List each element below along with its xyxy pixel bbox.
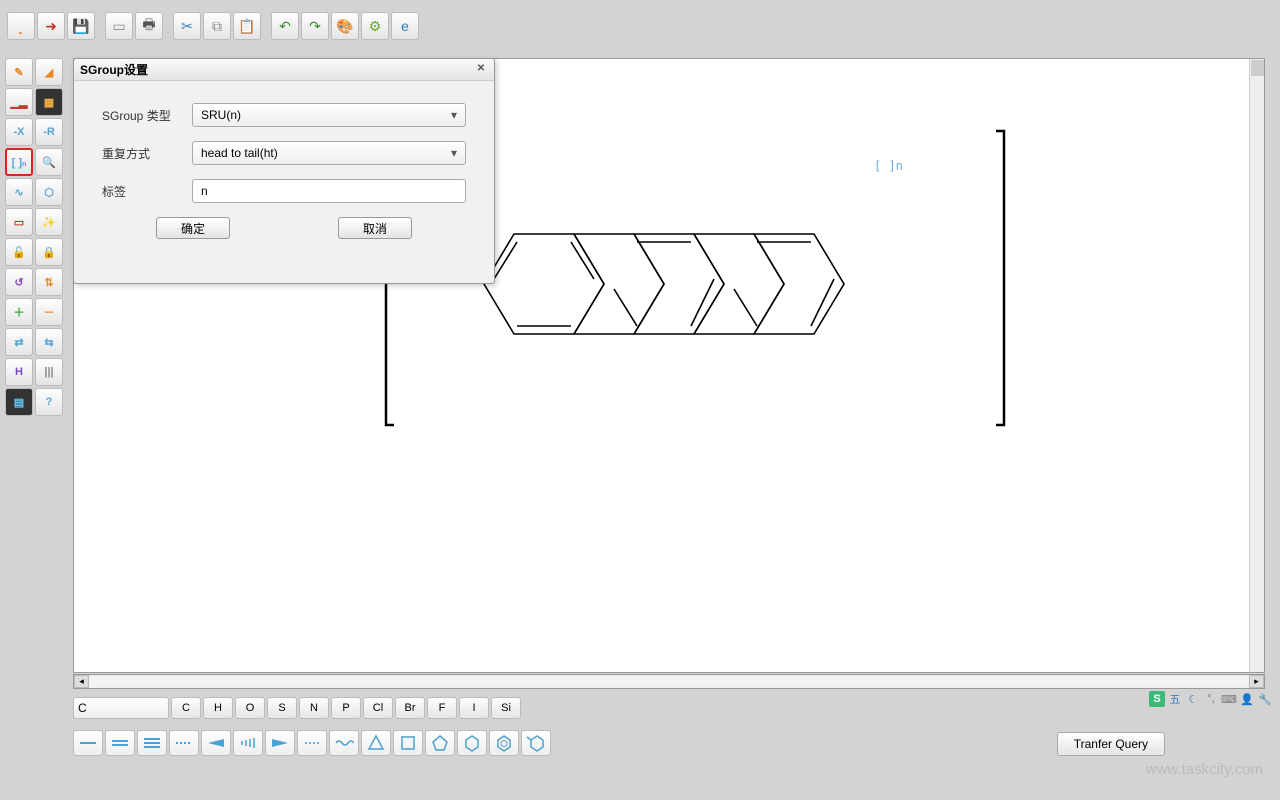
repeat-select[interactable]: head to tail(ht) xyxy=(192,141,466,165)
element-P[interactable]: P xyxy=(331,697,361,719)
ime-moon-icon[interactable]: ☾ xyxy=(1185,691,1201,707)
h-bracket-tool[interactable]: H xyxy=(5,358,33,386)
sgroup-settings-dialog: SGroup设置 ✕ SGroup 类型 SRU(n) 重复方式 head to… xyxy=(73,58,495,284)
watermark: www.taskcity.com xyxy=(1146,761,1263,778)
ime-punct-icon[interactable]: °, xyxy=(1203,691,1219,707)
undo-button[interactable]: ↶ xyxy=(271,12,299,40)
element-O[interactable]: O xyxy=(235,697,265,719)
wand-tool[interactable]: ✨ xyxy=(35,208,63,236)
bars-tool[interactable]: ||| xyxy=(35,358,63,386)
label-repeat: 重复方式 xyxy=(102,145,192,162)
flip-tool[interactable]: ⇅ xyxy=(35,268,63,296)
pencil-tool[interactable]: ✎ xyxy=(5,58,33,86)
eraser-tool[interactable]: ◢ xyxy=(35,58,63,86)
element-F[interactable]: F xyxy=(427,697,457,719)
dialog-close-icon[interactable]: ✕ xyxy=(474,63,488,77)
ime-label[interactable]: 五 xyxy=(1167,691,1183,707)
new-button[interactable]: ⸼ xyxy=(7,12,35,40)
save-button[interactable]: 💾 xyxy=(67,12,95,40)
element-I[interactable]: I xyxy=(459,697,489,719)
molecule-drawing xyxy=(424,179,964,439)
copy-button[interactable]: ⧉ xyxy=(203,12,231,40)
element-Cl[interactable]: Cl xyxy=(363,697,393,719)
element-input[interactable] xyxy=(73,697,169,719)
clear-button[interactable]: ▭ xyxy=(105,12,133,40)
remove-r-tool[interactable]: -R xyxy=(35,118,63,146)
add-tool[interactable]: ＋ xyxy=(5,298,33,326)
vertical-scrollbar[interactable] xyxy=(1249,59,1264,672)
ok-button[interactable]: 确定 xyxy=(156,217,230,239)
bond-double[interactable] xyxy=(105,730,135,756)
cut-button[interactable]: ✂ xyxy=(173,12,201,40)
repeat-value: head to tail(ht) xyxy=(201,146,278,160)
redo-button[interactable]: ↷ xyxy=(301,12,329,40)
element-S[interactable]: S xyxy=(267,697,297,719)
horizontal-scrollbar[interactable]: ◂ ▸ xyxy=(73,674,1265,689)
bond-triple[interactable] xyxy=(137,730,167,756)
help-tool[interactable]: ? xyxy=(35,388,63,416)
scroll-left-arrow[interactable]: ◂ xyxy=(74,675,89,688)
cancel-button[interactable]: 取消 xyxy=(338,217,412,239)
sgroup-cursor-hint: [ ]n xyxy=(874,159,903,173)
ring-5[interactable] xyxy=(425,730,455,756)
import-button[interactable]: ➜ xyxy=(37,12,65,40)
label-tag: 标签 xyxy=(102,183,192,200)
remove-tool[interactable]: － xyxy=(35,298,63,326)
sgroup-type-value: SRU(n) xyxy=(201,108,241,122)
element-N[interactable]: N xyxy=(299,697,329,719)
bond-bold-wedge[interactable] xyxy=(265,730,295,756)
elements-bar: C H O S N P Cl Br F I Si xyxy=(73,694,1265,722)
bond-dots[interactable] xyxy=(297,730,327,756)
ime-status-bar: S 五 ☾ °, ⌨ 👤 🔧 xyxy=(1149,691,1273,707)
bond-dash[interactable] xyxy=(169,730,199,756)
remove-x-tool[interactable]: -X xyxy=(5,118,33,146)
paste-button[interactable]: 📋 xyxy=(233,12,261,40)
terminal-tool[interactable]: ▤ xyxy=(5,388,33,416)
rebuild-button[interactable]: ⚙ xyxy=(361,12,389,40)
benzene-tool[interactable]: ⬡ xyxy=(35,178,63,206)
sgroup-bracket-tool[interactable]: [ ]ₙ xyxy=(5,148,33,176)
ime-user-icon[interactable]: 👤 xyxy=(1239,691,1255,707)
tag-input[interactable] xyxy=(192,179,466,203)
ime-keyboard-icon[interactable]: ⌨ xyxy=(1221,691,1237,707)
element-H[interactable]: H xyxy=(203,697,233,719)
chain-tool[interactable]: ∿ xyxy=(5,178,33,206)
lock-tool[interactable]: 🔒 xyxy=(35,238,63,266)
bond-wavy[interactable] xyxy=(329,730,359,756)
ime-settings-icon[interactable]: 🔧 xyxy=(1257,691,1273,707)
align-h-tool[interactable]: ⇄ xyxy=(5,328,33,356)
sgroup-type-select[interactable]: SRU(n) xyxy=(192,103,466,127)
sgroup-right-bracket xyxy=(994,129,1006,429)
ring-3[interactable] xyxy=(361,730,391,756)
ring-chain[interactable] xyxy=(521,730,551,756)
rotate-tool[interactable]: ↺ xyxy=(5,268,33,296)
transfer-query-button[interactable]: Tranfer Query xyxy=(1057,732,1165,756)
element-C[interactable]: C xyxy=(171,697,201,719)
bond-single[interactable] xyxy=(73,730,103,756)
dialog-title: SGroup设置 xyxy=(80,61,148,78)
side-toolbar: ✎◢ ▁▂▦ -X-R [ ]ₙ🔍 ∿⬡ ▭✨ 🔓🔒 ↺⇅ ＋－ ⇄⇆ H|||… xyxy=(5,58,67,418)
align-v-tool[interactable]: ⇆ xyxy=(35,328,63,356)
scroll-right-arrow[interactable]: ▸ xyxy=(1249,675,1264,688)
print-button[interactable]: 🖶 xyxy=(135,12,163,40)
bond-wedge[interactable] xyxy=(201,730,231,756)
browser-button[interactable]: e xyxy=(391,12,419,40)
palette-button[interactable]: 🎨 xyxy=(331,12,359,40)
marquee-tool[interactable]: ▭ xyxy=(5,208,33,236)
bond-hash[interactable] xyxy=(233,730,263,756)
top-toolbar: ⸼ ➜ 💾 ▭ 🖶 ✂ ⧉ 📋 ↶ ↷ 🎨 ⚙ e xyxy=(5,8,1277,48)
unlock-tool[interactable]: 🔓 xyxy=(5,238,33,266)
element-Br[interactable]: Br xyxy=(395,697,425,719)
ring-benzene[interactable] xyxy=(489,730,519,756)
ring-6[interactable] xyxy=(457,730,487,756)
ring-4[interactable] xyxy=(393,730,423,756)
ime-engine-icon[interactable]: S xyxy=(1149,691,1165,707)
zoom-tool[interactable]: 🔍 xyxy=(35,148,63,176)
element-Si[interactable]: Si xyxy=(491,697,521,719)
select-rect-tool[interactable]: ▦ xyxy=(35,88,63,116)
chart-tool[interactable]: ▁▂ xyxy=(5,88,33,116)
label-sgroup-type: SGroup 类型 xyxy=(102,107,192,124)
